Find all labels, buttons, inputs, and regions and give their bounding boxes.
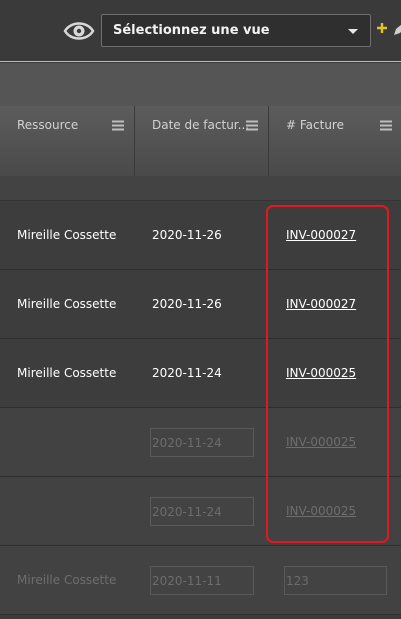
caret-down-icon (348, 29, 358, 34)
cell-resource: Mireille Cossette (0, 339, 135, 407)
column-header-invoice-date[interactable]: Date de factur... (135, 106, 269, 176)
cell-invoice-date: 2020-11-26 (135, 201, 269, 269)
cell-invoice-number: 123 (269, 546, 401, 614)
date-input-value: 2020-11-24 (152, 436, 222, 450)
toolbar: Sélectionnez une vue (0, 0, 401, 62)
date-input[interactable]: 2020-11-24 (150, 497, 254, 526)
date-input-value: 2020-11-11 (152, 574, 222, 588)
pencil-icon[interactable] (393, 24, 401, 36)
filter-band (0, 63, 401, 106)
invoice-date: 2020-11-26 (152, 228, 222, 242)
view-select-label: Sélectionnez une vue (113, 23, 270, 38)
cell-resource: Mireille Cossette (0, 201, 135, 269)
cell-resource (0, 408, 135, 476)
invoice-number-input-value: 123 (286, 574, 309, 588)
cell-resource: Mireille Cossette (0, 270, 135, 338)
column-header-label: Ressource (17, 118, 79, 132)
column-header-resource[interactable]: Ressource (0, 106, 135, 176)
column-menu-icon[interactable] (112, 120, 124, 131)
cell-invoice-date: 2020-11-24 (135, 477, 269, 545)
highlight-box (266, 205, 389, 543)
plus-icon[interactable] (376, 22, 388, 34)
resource-name: Mireille Cossette (17, 228, 117, 242)
column-menu-icon[interactable] (246, 120, 258, 131)
column-header-label: # Facture (286, 118, 344, 132)
view-select[interactable]: Sélectionnez une vue (101, 14, 371, 47)
invoice-date: 2020-11-24 (152, 366, 222, 380)
cell-invoice-date: 2020-11-26 (135, 270, 269, 338)
cell-resource: Mireille Cossette (0, 546, 135, 614)
date-input[interactable]: 2020-11-11 (150, 566, 254, 595)
invoice-date: 2020-11-26 (152, 297, 222, 311)
eye-icon[interactable] (63, 18, 95, 44)
resource-name: Mireille Cossette (17, 573, 117, 587)
group-row (0, 176, 401, 201)
column-menu-icon[interactable] (380, 120, 392, 131)
resource-name: Mireille Cossette (17, 297, 117, 311)
cell-invoice-date: 2020-11-24 (135, 408, 269, 476)
invoice-number-input[interactable]: 123 (284, 566, 387, 595)
table-row[interactable]: Mireille Cossette 2020-11-11 123 (0, 546, 401, 615)
resource-name: Mireille Cossette (17, 366, 117, 380)
date-input[interactable]: 2020-11-24 (150, 428, 254, 457)
cell-invoice-date: 2020-11-24 (135, 339, 269, 407)
table-header: Ressource Date de factur... # Facture (0, 106, 401, 176)
date-input-value: 2020-11-24 (152, 505, 222, 519)
cell-resource (0, 477, 135, 545)
column-header-invoice-number[interactable]: # Facture (269, 106, 401, 176)
cell-invoice-date: 2020-11-11 (135, 546, 269, 614)
column-header-label: Date de factur... (152, 118, 250, 132)
